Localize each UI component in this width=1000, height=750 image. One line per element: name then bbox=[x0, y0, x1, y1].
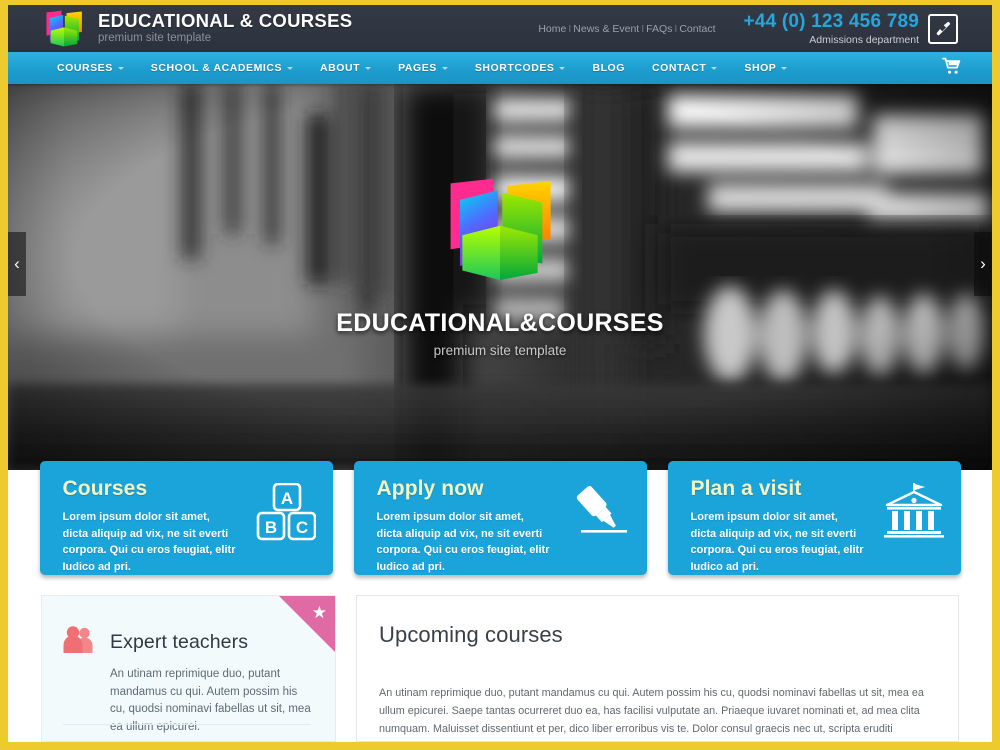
site-header: EDUCATIONAL & COURSES premium site templ… bbox=[8, 5, 992, 52]
hero-title: EDUCATIONAL&COURSES bbox=[336, 309, 664, 337]
chevron-right-icon: › bbox=[980, 254, 986, 273]
chevron-down-icon bbox=[287, 67, 294, 70]
chevron-down-icon bbox=[441, 67, 448, 70]
open-book-logo-icon bbox=[441, 174, 559, 287]
top-utility-links[interactable]: Home I News & Event I FAQs I Contact bbox=[538, 23, 715, 35]
expert-teachers-header: Expert teachers bbox=[63, 626, 311, 659]
promo-card-apply-now[interactable]: Apply now Lorem ipsum dolor sit amet, di… bbox=[353, 461, 647, 575]
brand-subtitle: premium site template bbox=[98, 32, 212, 45]
svg-text:B: B bbox=[264, 518, 276, 537]
top-link-faqs[interactable]: FAQs bbox=[646, 23, 672, 35]
chevron-down-icon bbox=[781, 67, 788, 70]
nav-item-about[interactable]: ABOUT bbox=[320, 62, 372, 74]
brand-title: EDUCATIONAL & COURSES bbox=[98, 9, 353, 31]
nav-item-shop[interactable]: SHOP bbox=[744, 62, 788, 74]
nav-item-shortcodes[interactable]: SHORTCODES bbox=[475, 62, 566, 74]
phone-block: +44 (0) 123 456 789 Admissions departmen… bbox=[744, 12, 919, 46]
brand[interactable]: EDUCATIONAL & COURSES premium site templ… bbox=[8, 9, 352, 49]
page-root: EDUCATIONAL & COURSES premium site templ… bbox=[0, 0, 1000, 750]
hero-subtitle: premium site template bbox=[433, 343, 567, 358]
chevron-left-icon: ‹ bbox=[14, 254, 20, 273]
nav-label: CONTACT bbox=[651, 62, 707, 74]
hero-content: EDUCATIONAL&COURSES premium site templat… bbox=[8, 174, 992, 358]
nav-item-blog[interactable]: BLOG bbox=[592, 62, 625, 74]
expert-teachers-card: ★ Expert teachers An utinam reprimique d… bbox=[41, 595, 336, 742]
hero-slider: EDUCATIONAL&COURSES premium site templat… bbox=[8, 84, 992, 470]
two-people-icon bbox=[63, 626, 97, 659]
promo-card-courses[interactable]: Courses Lorem ipsum dolor sit amet, dict… bbox=[39, 461, 333, 575]
nav-label: SHORTCODES bbox=[474, 62, 555, 74]
open-book-logo-icon bbox=[43, 9, 85, 49]
promo-card-plan-a-visit[interactable]: Plan a visit Lorem ipsum dolor sit amet,… bbox=[667, 461, 961, 575]
top-link-news[interactable]: News & Event bbox=[573, 23, 639, 35]
promo-body: Lorem ipsum dolor sit amet, dicta aliqui… bbox=[62, 511, 236, 573]
nav-item-contact[interactable]: CONTACT bbox=[651, 62, 718, 74]
chevron-down-icon bbox=[559, 67, 566, 70]
star-icon: ★ bbox=[311, 603, 327, 622]
upcoming-courses-title: Upcoming courses bbox=[379, 622, 563, 647]
nav-label: SCHOOL & ACADEMICS bbox=[150, 62, 283, 74]
brand-text: EDUCATIONAL & COURSES premium site templ… bbox=[98, 9, 353, 46]
svg-text:A: A bbox=[280, 489, 292, 508]
marker-pen-icon bbox=[568, 483, 630, 546]
expert-teachers-title: Expert teachers bbox=[110, 631, 249, 653]
chevron-down-icon bbox=[711, 67, 718, 70]
nav-item-school-academics[interactable]: SCHOOL & ACADEMICS bbox=[150, 62, 294, 74]
phone-handset-icon[interactable] bbox=[928, 13, 958, 44]
divider bbox=[63, 724, 311, 725]
nav-label: SHOP bbox=[744, 62, 777, 74]
nav-label: PAGES bbox=[398, 62, 437, 74]
nav-item-pages[interactable]: PAGES bbox=[398, 62, 448, 74]
link-separator: I bbox=[641, 22, 645, 35]
nav-label: ABOUT bbox=[320, 62, 361, 74]
header-right: Home I News & Event I FAQs I Contact +44 (0) 1… bbox=[538, 12, 992, 46]
slider-next-button[interactable]: › bbox=[974, 232, 992, 296]
promo-body: Lorem ipsum dolor sit amet, dicta aliqui… bbox=[376, 511, 550, 573]
nav-label: COURSES bbox=[57, 62, 113, 74]
slider-prev-button[interactable]: ‹ bbox=[8, 232, 26, 296]
expert-teachers-body: An utinam reprimique duo, putant mandamu… bbox=[110, 668, 311, 733]
nav-item-courses[interactable]: COURSES bbox=[57, 62, 124, 74]
classical-building-icon bbox=[883, 483, 944, 544]
link-separator: I bbox=[674, 22, 678, 35]
nav-label: BLOG bbox=[592, 62, 625, 74]
promo-boxes: Courses Lorem ipsum dolor sit amet, dict… bbox=[8, 461, 992, 575]
chevron-down-icon bbox=[117, 67, 124, 70]
featured-ribbon: ★ bbox=[279, 596, 335, 652]
link-separator: I bbox=[568, 22, 572, 35]
top-link-contact[interactable]: Contact bbox=[679, 23, 715, 35]
abc-blocks-icon: A B C bbox=[256, 482, 316, 546]
shopping-cart-icon[interactable] bbox=[942, 57, 962, 80]
lower-content: ★ Expert teachers An utinam reprimique d… bbox=[8, 595, 992, 742]
phone-label: Admissions department bbox=[809, 33, 919, 46]
upcoming-courses-card: Upcoming courses An utinam reprimique du… bbox=[356, 595, 959, 742]
promo-body: Lorem ipsum dolor sit amet, dicta aliqui… bbox=[690, 511, 864, 573]
main-navigation: COURSES SCHOOL & ACADEMICS ABOUT PAGES S… bbox=[8, 52, 992, 84]
upcoming-courses-body: An utinam reprimique duo, putant mandamu… bbox=[379, 687, 924, 750]
chevron-down-icon bbox=[365, 67, 372, 70]
svg-text:C: C bbox=[295, 518, 307, 537]
top-link-home[interactable]: Home bbox=[538, 23, 566, 35]
phone-number[interactable]: +44 (0) 123 456 789 bbox=[744, 12, 919, 31]
nav-items: COURSES SCHOOL & ACADEMICS ABOUT PAGES S… bbox=[8, 62, 814, 74]
